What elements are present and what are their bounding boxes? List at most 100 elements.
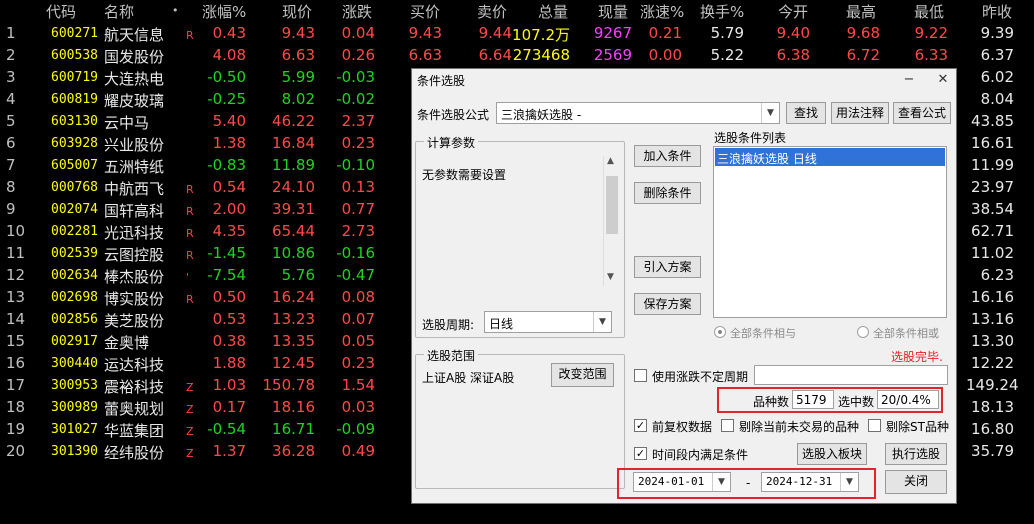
- change: 0.23: [341, 354, 375, 372]
- minimize-icon[interactable]: −: [898, 70, 920, 90]
- price: 39.31: [272, 200, 315, 218]
- params-group-title: 计算参数: [424, 134, 479, 151]
- dialog-titlebar[interactable]: 条件选股 − ✕: [412, 69, 956, 91]
- buy-price: 6.63: [408, 46, 442, 64]
- stock-code: 603928: [51, 136, 98, 151]
- stock-code: 002074: [51, 202, 98, 217]
- header-pct[interactable]: 涨幅%: [202, 1, 246, 22]
- stock-code: 000768: [51, 180, 98, 195]
- header-sell[interactable]: 卖价: [477, 1, 507, 22]
- header-speed[interactable]: 涨速%: [640, 1, 684, 22]
- chevron-down-icon: ▼: [593, 312, 611, 332]
- change-percent: 1.03: [212, 376, 246, 394]
- exclude-notrade-checkbox[interactable]: [721, 419, 734, 432]
- prev-close: 11.99: [971, 156, 1014, 174]
- change: 0.07: [341, 310, 375, 328]
- params-scrollbar[interactable]: ▲ ▼: [603, 156, 619, 286]
- period-select[interactable]: 日线 ▼: [484, 311, 612, 333]
- header-name[interactable]: 名称: [104, 1, 134, 22]
- import-scheme-button[interactable]: 引入方案: [634, 256, 701, 278]
- scroll-down-icon[interactable]: ▼: [607, 272, 614, 282]
- stock-name: 经纬股份: [104, 444, 165, 462]
- header-turnover[interactable]: 换手%: [700, 1, 744, 22]
- row-index: 13: [6, 288, 26, 306]
- header-change[interactable]: 涨跌: [342, 1, 372, 22]
- close-button[interactable]: 关闭: [885, 470, 947, 494]
- usage-notes-button[interactable]: 用法注释: [831, 102, 889, 124]
- header-price[interactable]: 现价: [282, 1, 312, 22]
- adjust-checkbox[interactable]: ✓: [634, 419, 647, 432]
- stock-code: 301027: [51, 422, 98, 437]
- uncertain-period-field[interactable]: [754, 365, 948, 385]
- formula-select[interactable]: 三浪擒妖选股 - ▼: [496, 102, 780, 124]
- stock-code: 002698: [51, 290, 98, 305]
- list-item[interactable]: 三浪擒妖选股 日线: [715, 148, 945, 166]
- header-volume[interactable]: 总量: [538, 1, 568, 22]
- row-index: 18: [6, 398, 26, 416]
- stock-screener-dialog: 条件选股 − ✕ 条件选股公式 三浪擒妖选股 - ▼ 查找 用法注释 查看公式 …: [411, 68, 957, 504]
- stock-code: 300953: [51, 378, 98, 393]
- stock-name: 美芝股份: [104, 312, 165, 330]
- view-formula-button[interactable]: 查看公式: [893, 102, 951, 124]
- chevron-down-icon: ▼: [712, 473, 730, 491]
- price: 36.28: [272, 442, 315, 460]
- header-open[interactable]: 今开: [778, 1, 808, 22]
- prev-close: 149.24: [966, 376, 1019, 394]
- add-condition-button[interactable]: 加入条件: [634, 145, 701, 167]
- scroll-thumb[interactable]: [606, 176, 618, 234]
- exclude-st-checkbox[interactable]: [868, 419, 881, 432]
- stock-name: 五洲特纸: [104, 158, 165, 176]
- stock-name: 国轩高科: [104, 202, 165, 220]
- date-to-picker[interactable]: 2024-12-31 ▼: [761, 472, 859, 492]
- radio-or[interactable]: [857, 326, 869, 338]
- add-to-block-button[interactable]: 选股入板块: [797, 443, 867, 465]
- change-percent: -1.45: [207, 244, 246, 262]
- header-prev-close[interactable]: 昨收: [982, 1, 1012, 22]
- date-from-picker[interactable]: 2024-01-01 ▼: [633, 472, 731, 492]
- stock-name: 国发股份: [104, 48, 165, 66]
- change-percent: 0.54: [212, 178, 246, 196]
- condition-list[interactable]: 三浪擒妖选股 日线: [713, 146, 947, 318]
- radio-and-label: 全部条件相与: [730, 327, 796, 340]
- row-index: 14: [6, 310, 26, 328]
- date-to-value: 2024-12-31: [766, 475, 833, 488]
- delete-condition-button[interactable]: 删除条件: [634, 182, 701, 204]
- save-scheme-button[interactable]: 保存方案: [634, 293, 701, 315]
- row-index: 4: [6, 90, 16, 108]
- change-range-button[interactable]: 改变范围: [551, 363, 614, 387]
- volume: 107.2万: [512, 26, 570, 44]
- header-code[interactable]: 代码: [46, 1, 76, 22]
- stock-name: 云图控股: [104, 246, 165, 264]
- header-high[interactable]: 最高: [846, 1, 876, 22]
- chevron-down-icon: ▼: [840, 473, 858, 491]
- change-percent: 2.00: [212, 200, 246, 218]
- stock-name: 华蓝集团: [104, 422, 165, 440]
- header-current-volume[interactable]: 现量: [598, 1, 628, 22]
- find-button[interactable]: 查找: [786, 102, 826, 124]
- header-low[interactable]: 最低: [914, 1, 944, 22]
- table-row[interactable]: 1 600271 航天信息 R 0.43 9.43 0.04 9.43 9.44 107.2万 92…: [0, 22, 1034, 44]
- price: 10.86: [272, 244, 315, 262]
- price: 11.89: [272, 156, 315, 174]
- prev-close: 18.13: [971, 398, 1014, 416]
- radio-or-label: 全部条件相或: [873, 327, 939, 340]
- radio-and[interactable]: [714, 326, 726, 338]
- close-icon[interactable]: ✕: [932, 70, 954, 90]
- adjust-label: 前复权数据: [652, 420, 713, 434]
- change-percent: 0.43: [212, 24, 246, 42]
- header-buy[interactable]: 买价: [410, 1, 440, 22]
- scroll-up-icon[interactable]: ▲: [607, 156, 614, 166]
- price: 16.24: [272, 288, 315, 306]
- range-group-title: 选股范围: [424, 347, 479, 364]
- change-percent: -0.50: [207, 68, 246, 86]
- price: 24.10: [272, 178, 315, 196]
- row-index: 9: [6, 200, 16, 218]
- sell-price: 6.64: [478, 46, 512, 64]
- turnover: 5.79: [710, 24, 744, 42]
- period-condition-checkbox[interactable]: ✓: [634, 447, 647, 460]
- table-row[interactable]: 2 600538 国发股份 4.08 6.63 0.26 6.63 6.64 273468 256…: [0, 44, 1034, 66]
- stock-code: 600719: [51, 70, 98, 85]
- uncertain-period-checkbox[interactable]: [634, 369, 647, 382]
- prev-close: 23.97: [971, 178, 1014, 196]
- run-screen-button[interactable]: 执行选股: [885, 443, 947, 465]
